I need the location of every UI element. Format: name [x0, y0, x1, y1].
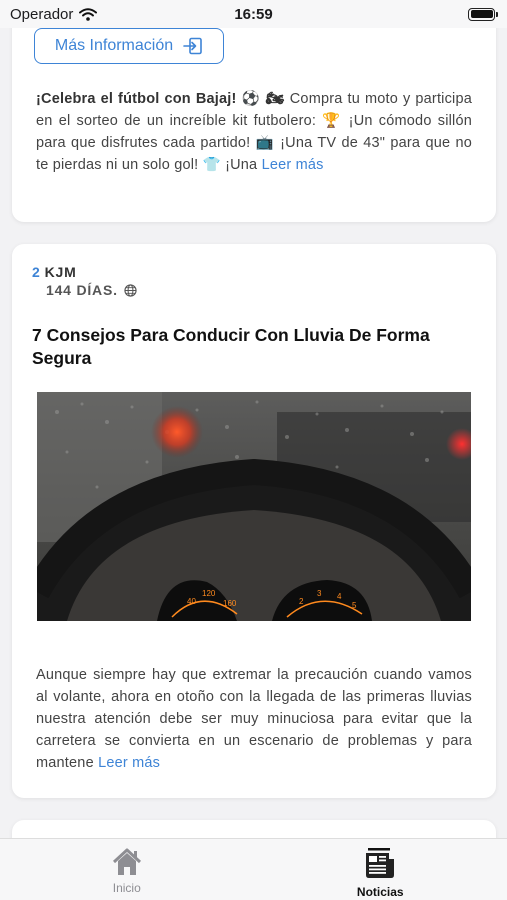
wifi-icon — [79, 7, 98, 21]
news-feed[interactable]: Más Información ¡Celebra el fútbol con B… — [0, 0, 507, 838]
read-more-link[interactable]: Leer más — [262, 157, 324, 173]
status-bar: Operador 16:59 — [0, 0, 507, 28]
news-card: 2 KJM 144 DÍAS. 7 Consejos Para Conducir… — [12, 244, 496, 798]
carrier-label: Operador — [10, 5, 74, 23]
newspaper-icon — [366, 848, 395, 878]
post-highlight: ¡Celebra el fútbol con Bajaj! ⚽ 🏍 — [36, 91, 285, 107]
svg-text:40: 40 — [187, 597, 196, 606]
home-icon — [112, 848, 141, 875]
login-icon — [183, 37, 202, 55]
globe-icon — [124, 283, 137, 297]
svg-text:3: 3 — [317, 589, 322, 598]
article-image[interactable]: 40 120 160 2 3 4 5 — [37, 392, 471, 621]
svg-text:160: 160 — [223, 599, 237, 608]
post-text: ¡Celebra el fútbol con Bajaj! ⚽ 🏍 Compra… — [36, 88, 472, 176]
more-info-label: Más Información — [54, 37, 174, 54]
status-time: 16:59 — [234, 5, 273, 23]
tab-inicio[interactable]: Inicio — [0, 839, 254, 900]
tab-noticias[interactable]: Noticias — [254, 839, 507, 900]
svg-text:5: 5 — [352, 601, 357, 610]
tab-label: Noticias — [356, 885, 404, 899]
read-more-link[interactable]: Leer más — [98, 755, 160, 771]
svg-text:4: 4 — [337, 592, 342, 601]
tab-label: Inicio — [112, 881, 141, 895]
post-meta: 2 KJM 144 DÍAS. — [32, 264, 137, 298]
post-text: Aunque siempre hay que extremar la preca… — [36, 664, 472, 774]
news-card — [12, 820, 496, 838]
svg-text:2: 2 — [299, 597, 304, 606]
post-count: 2 — [32, 264, 41, 280]
battery-icon — [468, 7, 498, 21]
svg-text:120: 120 — [202, 589, 216, 598]
more-info-button[interactable]: Más Información — [34, 28, 224, 64]
news-card: Más Información ¡Celebra el fútbol con B… — [12, 0, 496, 222]
post-author: KJM — [44, 264, 77, 280]
post-age: 144 DÍAS. — [46, 282, 118, 298]
article-title[interactable]: 7 Consejos Para Conducir Con Lluvia De F… — [32, 324, 472, 370]
tab-bar: Inicio Noticias — [0, 838, 507, 900]
